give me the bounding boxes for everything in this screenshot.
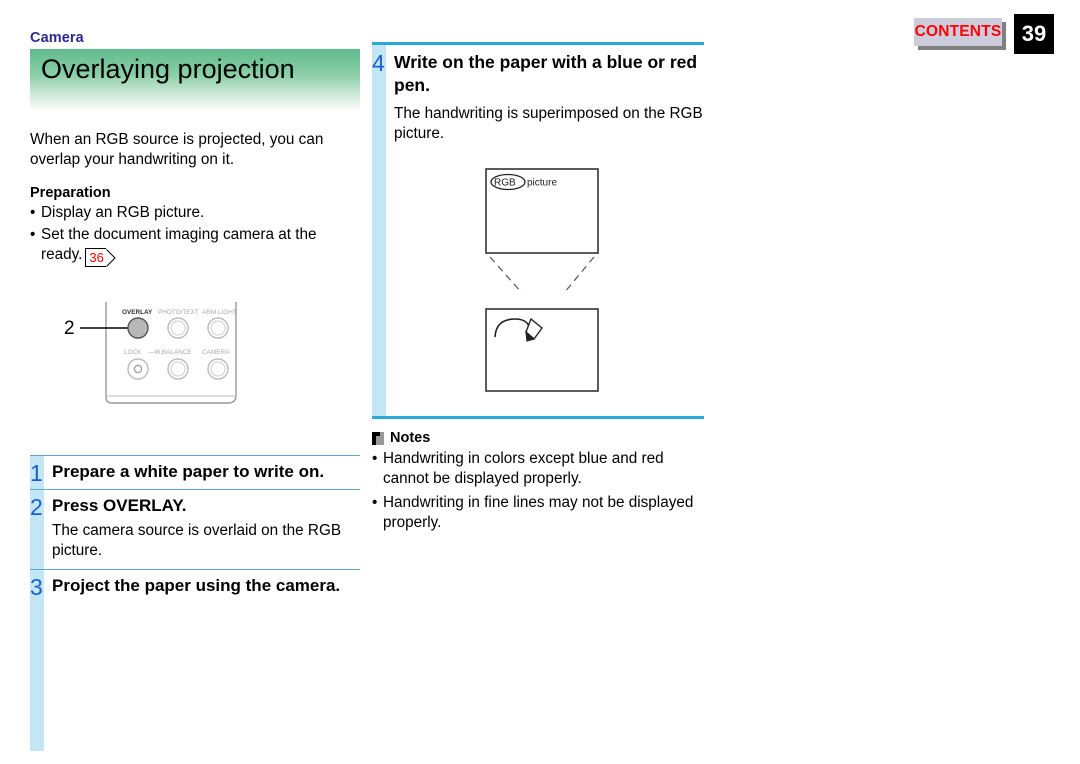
step-2-title: Press OVERLAY. [52, 495, 187, 515]
step-4-body: The handwriting is superimposed on the R… [394, 104, 703, 142]
page-reference-arrow-icon [106, 249, 116, 267]
step-4: 4 Write on the paper with a blue or red … [372, 45, 704, 144]
section-label: Camera [30, 30, 84, 46]
preparation-bullet: • Set the document imaging camera at the… [30, 225, 360, 268]
step-2: 2 Press OVERLAY. The camera source is ov… [30, 488, 360, 569]
right-column-rule-bottom [372, 416, 704, 419]
note-item-text: Handwriting in colors except blue and re… [383, 450, 664, 488]
svg-text:picture: picture [527, 178, 557, 189]
title-banner: Overlaying projection [30, 49, 360, 111]
preparation-bullet-label: Set the document imaging camera at the r… [41, 226, 317, 264]
page-reference-link[interactable]: 36 [85, 248, 116, 268]
step-2-body: The camera source is overlaid on the RGB… [52, 521, 342, 559]
preparation-bullet: • Display an RGB picture. [30, 203, 360, 223]
svg-text:CAMERA: CAMERA [202, 349, 230, 356]
bullet-dot-icon: • [30, 226, 36, 244]
notes-heading-label: Notes [390, 430, 431, 446]
notes-section: Notes • Handwriting in colors except blu… [372, 430, 708, 533]
svg-text:OVERLAY: OVERLAY [122, 309, 153, 316]
bullet-dot-icon: • [372, 493, 378, 511]
svg-text:PHOTO/TEXT: PHOTO/TEXT [158, 309, 199, 316]
page-reference-number: 36 [85, 248, 106, 268]
left-column: Camera Overlaying projection When an RGB… [30, 30, 360, 268]
note-item: • Handwriting in fine lines may not be d… [372, 493, 708, 534]
right-column: 4 Write on the paper with a blue or red … [372, 42, 704, 419]
step-4-title: Write on the paper with a blue or red pe… [394, 52, 698, 95]
intro-paragraph: When an RGB source is projected, you can… [30, 131, 324, 169]
note-flag-icon [372, 431, 384, 445]
step-1-title: Prepare a white paper to write on. [52, 462, 325, 481]
svg-text:—W.BALANCE: —W.BALANCE [148, 349, 192, 356]
step-3-number: 3 [30, 573, 43, 600]
note-item-text: Handwriting in fine lines may not be dis… [383, 493, 694, 532]
step-1: 1 Prepare a white paper to write on. [30, 455, 360, 489]
preparation-bullet-text: Display an RGB picture. [41, 203, 205, 221]
svg-text:ARM LIGHT: ARM LIGHT [202, 309, 237, 316]
steps-left: 1 Prepare a white paper to write on. 2 P… [30, 455, 360, 751]
step-1-number: 1 [30, 460, 43, 486]
bullet-dot-icon: • [30, 203, 36, 221]
step-2-number: 2 [30, 493, 43, 520]
preparation-bullet-text: Set the document imaging camera at the r… [41, 225, 360, 268]
control-panel-figure: 2 OVERLAY PHOTO/TEXT ARM LIGHT LOCK —W.B… [60, 300, 300, 420]
svg-text:2: 2 [64, 318, 75, 339]
contents-button[interactable]: CONTENTS [914, 18, 1002, 46]
rgb-picture-figure: RGB picture [482, 167, 662, 402]
step-3: 3 Project the paper using the camera. [30, 568, 360, 603]
note-item: • Handwriting in colors except blue and … [372, 449, 708, 490]
step-3-title: Project the paper using the camera. [52, 575, 341, 595]
svg-text:LOCK: LOCK [124, 349, 142, 356]
svg-text:RGB: RGB [494, 178, 516, 189]
page-number-badge: 39 [1014, 14, 1054, 54]
bullet-dot-icon: • [372, 450, 378, 467]
preparation-heading: Preparation [30, 184, 111, 201]
notes-heading: Notes [372, 430, 708, 446]
page-title: Overlaying projection [41, 54, 295, 84]
contents-area: CONTENTS 39 [890, 14, 1060, 54]
step-4-number: 4 [372, 50, 385, 76]
